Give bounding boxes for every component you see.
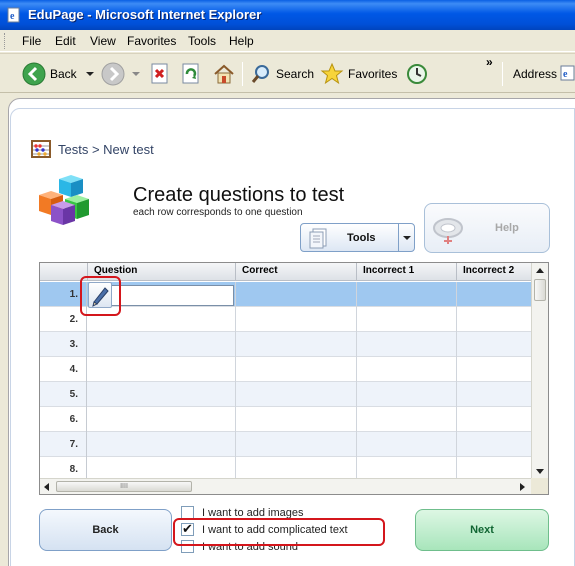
history-clock-icon xyxy=(407,64,427,84)
scroll-down-button[interactable] xyxy=(532,465,548,479)
column-header-incorrect-2[interactable]: Incorrect 2 xyxy=(456,263,532,281)
home-icon xyxy=(214,64,234,84)
menu-help[interactable]: Help xyxy=(229,34,254,48)
row-number: 4. xyxy=(40,357,87,382)
stop-button[interactable] xyxy=(150,60,170,88)
toolbar-overflow-chevron[interactable]: » xyxy=(486,55,493,69)
table-row[interactable]: 7. xyxy=(40,432,532,457)
row-number: 5. xyxy=(40,382,87,407)
refresh-icon xyxy=(182,63,199,84)
breadcrumb-text[interactable]: Tests > New test xyxy=(58,142,154,157)
address-label: Address xyxy=(513,67,558,81)
breadcrumb: Tests > New test xyxy=(31,140,154,158)
window-title: EduPage - Microsoft Internet Explorer xyxy=(28,7,262,22)
address-page-icon: e xyxy=(560,65,575,81)
menu-bar: File Edit View Favorites Tools Help xyxy=(0,30,575,52)
refresh-button[interactable] xyxy=(181,60,201,88)
horizontal-scroll-thumb[interactable]: IIII xyxy=(56,481,192,492)
pencil-highlight-annotation xyxy=(80,276,121,316)
help-button[interactable]: Help xyxy=(424,203,550,253)
menu-favorites[interactable]: Favorites xyxy=(127,34,176,48)
menu-view[interactable]: View xyxy=(90,34,116,48)
forward-nav-button[interactable] xyxy=(101,60,141,88)
back-dropdown-icon[interactable] xyxy=(85,69,95,79)
svg-text:e: e xyxy=(563,69,568,80)
horizontal-scrollbar[interactable]: IIII xyxy=(40,478,532,494)
search-label: Search xyxy=(276,67,315,81)
vertical-scrollbar[interactable] xyxy=(531,263,548,480)
home-button[interactable] xyxy=(212,60,236,88)
tools-button[interactable]: Tools xyxy=(300,223,415,252)
colored-cubes-icon xyxy=(39,175,89,225)
back-nav-label: Back xyxy=(50,67,77,81)
scroll-down-icon xyxy=(536,469,544,474)
history-button[interactable] xyxy=(405,60,429,88)
vertical-scroll-thumb[interactable] xyxy=(534,279,546,301)
chevron-down-icon xyxy=(403,236,411,240)
forward-dropdown-icon[interactable] xyxy=(131,69,141,79)
checkbox-highlight-annotation xyxy=(173,518,385,546)
menu-edit[interactable]: Edit xyxy=(55,34,76,48)
favorites-star-icon xyxy=(320,62,344,85)
svg-text:e: e xyxy=(10,11,15,22)
scroll-left-icon[interactable] xyxy=(44,483,49,491)
row-number: 6. xyxy=(40,407,87,432)
search-button[interactable]: Search xyxy=(250,60,314,88)
toolbar-separator xyxy=(242,62,243,86)
menu-grip xyxy=(4,33,7,49)
tools-label: Tools xyxy=(347,232,376,244)
table-row[interactable]: 5. xyxy=(40,382,532,407)
favorites-button[interactable]: Favorites xyxy=(320,60,397,88)
column-header-correct[interactable]: Correct xyxy=(235,263,356,281)
search-icon xyxy=(251,65,269,83)
tools-documents-icon xyxy=(309,228,327,249)
scroll-up-icon xyxy=(536,268,544,273)
next-button[interactable]: Next xyxy=(415,509,549,551)
row-number: 7. xyxy=(40,432,87,457)
question-edit-input[interactable] xyxy=(104,285,234,306)
back-nav-button[interactable]: Back xyxy=(22,60,95,88)
table-row[interactable]: 4. xyxy=(40,357,532,382)
scroll-right-icon[interactable] xyxy=(520,483,525,491)
ie-page-icon: e xyxy=(7,7,20,23)
lifebuoy-icon xyxy=(433,218,463,244)
back-arrow-icon xyxy=(22,62,46,86)
add-images-label: I want to add images xyxy=(202,506,304,519)
table-row[interactable]: 6. xyxy=(40,407,532,432)
table-row[interactable]: 3. xyxy=(40,332,532,357)
forward-arrow-icon xyxy=(101,62,125,86)
scroll-corner xyxy=(531,478,548,494)
page-title: Create questions to test xyxy=(133,184,345,206)
menu-file[interactable]: File xyxy=(22,34,41,48)
help-label: Help xyxy=(495,222,519,234)
favorites-label: Favorites xyxy=(348,67,398,81)
abacus-icon xyxy=(31,140,51,158)
title-bar: e EduPage - Microsoft Internet Explorer xyxy=(0,0,575,30)
row-number: 3. xyxy=(40,332,87,357)
column-header-incorrect-1[interactable]: Incorrect 1 xyxy=(356,263,456,281)
toolbar-separator-2 xyxy=(502,62,503,86)
scroll-up-button[interactable] xyxy=(532,264,548,278)
tools-dropdown-arrow[interactable] xyxy=(398,224,414,251)
menu-tools[interactable]: Tools xyxy=(188,34,216,48)
page-subtitle: each row corresponds to one question xyxy=(133,207,303,218)
browser-window: e EduPage - Microsoft Internet Explorer … xyxy=(0,0,575,566)
stop-icon xyxy=(151,63,168,84)
back-button[interactable]: Back xyxy=(39,509,172,551)
